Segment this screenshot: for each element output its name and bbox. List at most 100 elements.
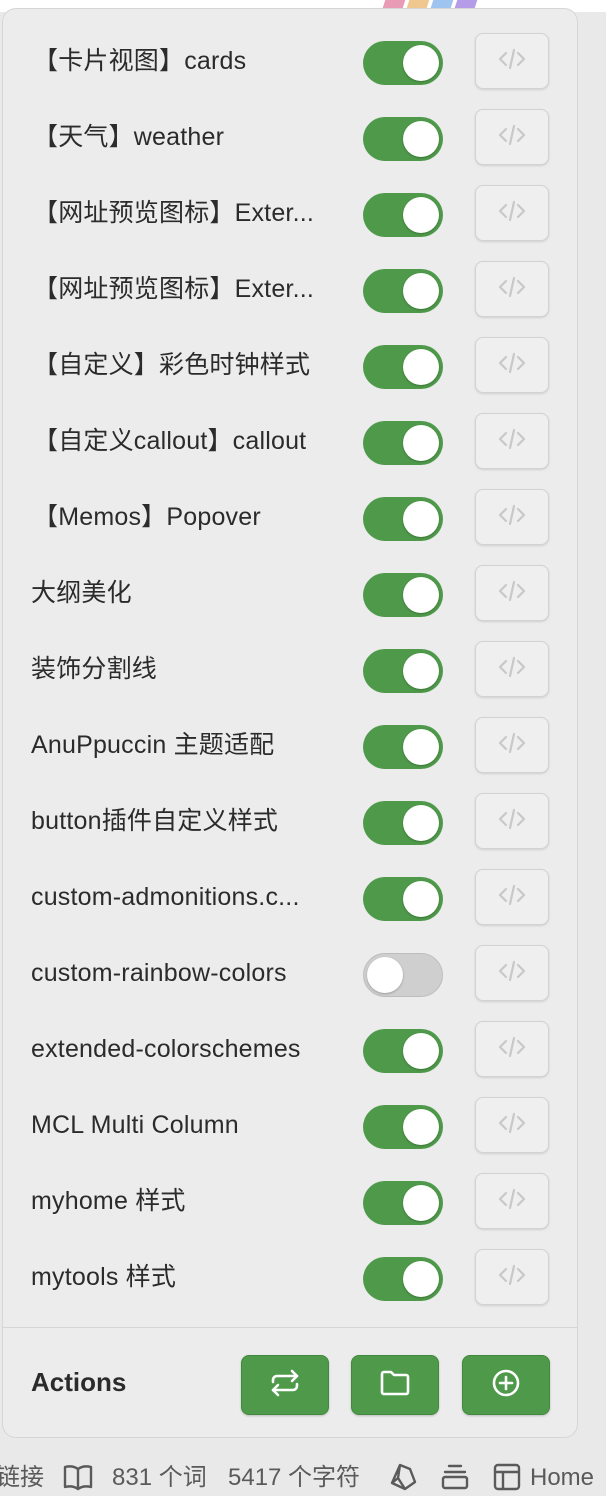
divider bbox=[3, 1327, 577, 1328]
edit-snippet-code-button[interactable] bbox=[475, 1173, 549, 1229]
snippet-toggle[interactable] bbox=[363, 497, 443, 541]
status-bar: 链接 831 个词 5417 个字符 Home bbox=[0, 1458, 606, 1496]
snippet-toggle[interactable] bbox=[363, 1257, 443, 1301]
edit-snippet-code-button[interactable] bbox=[475, 413, 549, 469]
toggle-knob bbox=[403, 501, 439, 537]
toggle-knob bbox=[403, 1185, 439, 1221]
snippet-row: 装饰分割线 bbox=[3, 631, 577, 707]
snippet-row: custom-admonitions.c... bbox=[3, 859, 577, 935]
edit-snippet-code-button[interactable] bbox=[475, 641, 549, 697]
edit-snippet-code-button[interactable] bbox=[475, 1249, 549, 1305]
snippet-toggle[interactable] bbox=[363, 573, 443, 617]
edit-snippet-code-button[interactable] bbox=[475, 337, 549, 393]
snippet-row: 【卡片视图】cards bbox=[3, 23, 577, 99]
reload-snippets-button[interactable] bbox=[241, 1355, 329, 1415]
snippet-toggle[interactable] bbox=[363, 41, 443, 85]
snippet-label: AnuPpuccin 主题适配 bbox=[31, 731, 275, 759]
toggle-knob bbox=[403, 197, 439, 233]
code-icon bbox=[497, 275, 527, 304]
snippet-label: 【卡片视图】cards bbox=[33, 47, 247, 75]
code-icon bbox=[497, 503, 527, 532]
add-snippet-button[interactable] bbox=[462, 1355, 550, 1415]
backlinks-status[interactable]: 链接 bbox=[0, 1464, 44, 1492]
word-count: 831 个词 bbox=[112, 1464, 207, 1491]
snippet-label: 【自定义callout】callout bbox=[33, 427, 307, 455]
snippet-label: 【网址预览图标】Exter... bbox=[33, 275, 315, 303]
toggle-knob bbox=[403, 653, 439, 689]
edit-snippet-code-button[interactable] bbox=[475, 565, 549, 621]
character-count: 5417 个字符 bbox=[228, 1464, 361, 1491]
edit-snippet-code-button[interactable] bbox=[475, 489, 549, 545]
toggle-knob bbox=[403, 805, 439, 841]
snippet-toggle[interactable] bbox=[363, 193, 443, 237]
edit-snippet-code-button[interactable] bbox=[475, 793, 549, 849]
layout-icon[interactable] bbox=[492, 1462, 522, 1492]
edit-snippet-code-button[interactable] bbox=[475, 945, 549, 1001]
code-icon bbox=[497, 959, 527, 988]
edit-snippet-code-button[interactable] bbox=[475, 109, 549, 165]
snippet-toggle[interactable] bbox=[363, 421, 443, 465]
snippet-row: AnuPpuccin 主题适配 bbox=[3, 707, 577, 783]
snippet-row: 【Memos】Popover bbox=[3, 479, 577, 555]
snippet-label: MCL Multi Column bbox=[31, 1111, 239, 1139]
snippet-label: 【Memos】Popover bbox=[33, 503, 261, 531]
snippet-label: button插件自定义样式 bbox=[31, 807, 279, 835]
edit-snippet-code-button[interactable] bbox=[475, 869, 549, 925]
decor-stripe bbox=[454, 0, 478, 8]
code-icon bbox=[497, 1263, 527, 1292]
edit-snippet-code-button[interactable] bbox=[475, 717, 549, 773]
snippet-toggle[interactable] bbox=[363, 801, 443, 845]
code-icon bbox=[497, 123, 527, 152]
snippet-toggle[interactable] bbox=[363, 649, 443, 693]
open-snippets-folder-button[interactable] bbox=[351, 1355, 439, 1415]
snippet-label: 装饰分割线 bbox=[31, 655, 158, 683]
snippet-list: 【卡片视图】cards 【天气】weather 【网址预览图标】Exter... 【网… bbox=[3, 23, 577, 1315]
css-snippets-panel: 【卡片视图】cards 【天气】weather 【网址预览图标】Exter... 【网… bbox=[2, 8, 578, 1438]
code-icon bbox=[497, 351, 527, 380]
code-icon bbox=[497, 427, 527, 456]
code-icon bbox=[497, 883, 527, 912]
obsidian-gem-icon[interactable] bbox=[388, 1462, 418, 1492]
code-icon bbox=[497, 1187, 527, 1216]
toggle-knob bbox=[403, 45, 439, 81]
actions-label: Actions bbox=[31, 1367, 127, 1397]
snippet-label: 【网址预览图标】Exter... bbox=[33, 199, 315, 227]
snippet-row: extended-colorschemes bbox=[3, 1011, 577, 1087]
edit-snippet-code-button[interactable] bbox=[475, 185, 549, 241]
home-link[interactable]: Home bbox=[530, 1464, 594, 1492]
layers-icon[interactable] bbox=[440, 1462, 470, 1492]
snippet-row: 【网址预览图标】Exter... bbox=[3, 251, 577, 327]
snippet-toggle[interactable] bbox=[363, 1181, 443, 1225]
toggle-knob bbox=[403, 121, 439, 157]
snippet-label: 【自定义】彩色时钟样式 bbox=[33, 351, 311, 379]
code-icon bbox=[497, 1035, 527, 1064]
snippet-row: 【网址预览图标】Exter... bbox=[3, 175, 577, 251]
decor-stripe bbox=[382, 0, 406, 8]
snippet-toggle[interactable] bbox=[363, 269, 443, 313]
plus-circle-icon bbox=[491, 1368, 521, 1403]
snippet-toggle[interactable] bbox=[363, 1105, 443, 1149]
snippet-label: extended-colorschemes bbox=[31, 1035, 301, 1063]
repeat-icon bbox=[268, 1368, 302, 1403]
snippet-toggle[interactable] bbox=[363, 953, 443, 997]
snippet-toggle[interactable] bbox=[363, 345, 443, 389]
edit-snippet-code-button[interactable] bbox=[475, 261, 549, 317]
snippet-toggle[interactable] bbox=[363, 1029, 443, 1073]
reading-view-icon[interactable] bbox=[62, 1462, 94, 1492]
folder-icon bbox=[379, 1369, 411, 1402]
edit-snippet-code-button[interactable] bbox=[475, 1097, 549, 1153]
edit-snippet-code-button[interactable] bbox=[475, 33, 549, 89]
snippet-toggle[interactable] bbox=[363, 117, 443, 161]
snippet-label: mytools 样式 bbox=[31, 1263, 177, 1291]
toggle-knob bbox=[403, 577, 439, 613]
snippet-toggle[interactable] bbox=[363, 877, 443, 921]
edit-snippet-code-button[interactable] bbox=[475, 1021, 549, 1077]
snippet-label: 【天气】weather bbox=[33, 123, 225, 151]
snippet-label: 大纲美化 bbox=[31, 579, 132, 607]
toggle-knob bbox=[403, 729, 439, 765]
toggle-knob bbox=[403, 881, 439, 917]
snippet-toggle[interactable] bbox=[363, 725, 443, 769]
toggle-knob bbox=[403, 349, 439, 385]
code-icon bbox=[497, 579, 527, 608]
toggle-knob bbox=[403, 1033, 439, 1069]
